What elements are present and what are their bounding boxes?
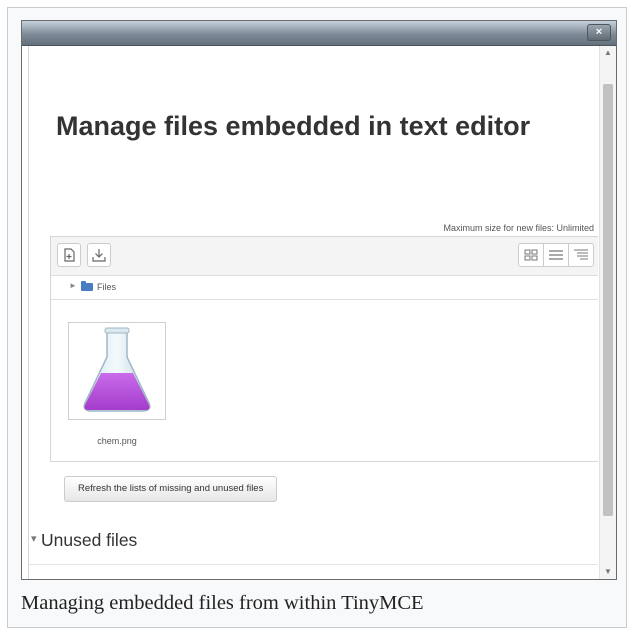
view-mode-group	[518, 243, 594, 267]
list-view-button[interactable]	[544, 244, 569, 266]
max-size-note: Maximum size for new files: Unlimited	[443, 223, 594, 233]
unused-files-section[interactable]: ▾ Unused files	[29, 524, 598, 565]
file-manager: ► Files chem.png	[50, 236, 598, 462]
add-file-icon	[64, 248, 75, 262]
download-button[interactable]	[87, 243, 111, 267]
file-name: chem.png	[97, 436, 137, 446]
image-caption: Managing embedded files from within Tiny…	[21, 592, 424, 614]
grid-icon	[524, 249, 538, 261]
file-manager-toolbar	[51, 237, 598, 276]
add-file-button[interactable]	[57, 243, 81, 267]
scroll-up-icon[interactable]: ▲	[600, 46, 616, 60]
icon-view-button[interactable]	[519, 244, 544, 266]
close-button[interactable]: ×	[587, 24, 611, 41]
flask-image-icon	[83, 327, 151, 412]
dialog-titlebar: ×	[22, 21, 616, 46]
file-thumbnail[interactable]	[68, 322, 166, 420]
page-title: Manage files embedded in text editor	[56, 111, 531, 141]
expand-arrow-icon[interactable]: ►	[69, 281, 77, 290]
folder-icon	[81, 281, 93, 291]
collapse-caret-icon[interactable]: ▾	[31, 532, 37, 545]
scroll-down-icon[interactable]: ▼	[600, 565, 616, 579]
dialog-content: Manage files embedded in text editor Max…	[28, 46, 598, 579]
dialog-window: × Manage files embedded in text editor M…	[21, 20, 617, 580]
vertical-scrollbar[interactable]: ▲ ▼	[599, 46, 616, 579]
download-icon	[92, 249, 106, 262]
list-icon	[549, 250, 563, 260]
tree-view-button[interactable]	[569, 244, 593, 266]
tree-icon	[574, 249, 588, 260]
refresh-lists-button[interactable]: Refresh the lists of missing and unused …	[64, 476, 278, 502]
scrollbar-thumb[interactable]	[603, 84, 613, 516]
breadcrumb: ► Files	[51, 275, 598, 300]
unused-files-heading: Unused files	[41, 530, 138, 550]
breadcrumb-files[interactable]: Files	[97, 282, 116, 292]
